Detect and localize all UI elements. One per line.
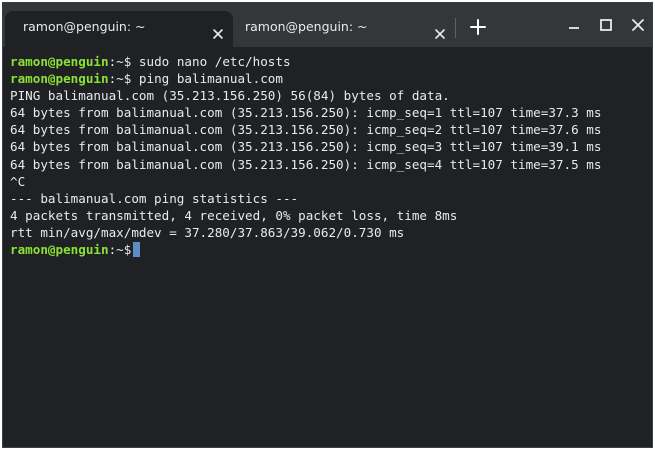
command-line: ramon@penguin:~$ ping balimanual.com [10, 70, 652, 87]
minimize-icon [569, 27, 579, 29]
title-bar: ramon@penguin: ~ ramon@penguin: ~ [3, 3, 652, 47]
prompt-path: :~$ [108, 242, 132, 258]
prompt-user: ramon@penguin [10, 242, 109, 258]
output-line: ^C [10, 173, 26, 189]
command-line: ramon@penguin:~$ [10, 241, 652, 258]
command-text: ping balimanual.com [131, 71, 283, 87]
maximize-button[interactable] [595, 14, 617, 36]
output-line: PING balimanual.com (35.213.156.250) 56(… [10, 88, 450, 104]
output-line: rtt min/avg/max/mdev = 37.280/37.863/39.… [10, 224, 405, 240]
close-window-button[interactable] [627, 14, 649, 36]
tab-title: ramon@penguin: ~ [245, 19, 368, 34]
close-icon[interactable] [433, 21, 447, 39]
close-icon[interactable] [211, 21, 225, 39]
command-line: ramon@penguin:~$ sudo nano /etc/hosts [10, 53, 652, 70]
maximize-icon [600, 19, 612, 31]
tab-terminal-2[interactable]: ramon@penguin: ~ [233, 11, 455, 47]
tab-terminal-1[interactable]: ramon@penguin: ~ [5, 11, 233, 47]
output-line: 64 bytes from balimanual.com (35.213.156… [10, 156, 602, 172]
terminal-output[interactable]: ramon@penguin:~$ sudo nano /etc/hosts ra… [3, 47, 652, 447]
output-line: 64 bytes from balimanual.com (35.213.156… [10, 105, 602, 121]
close-icon [632, 19, 644, 31]
plus-icon [470, 19, 486, 35]
terminal-window: ramon@penguin: ~ ramon@penguin: ~ ramon@… [2, 2, 653, 448]
minimize-button[interactable] [563, 14, 585, 36]
tab-separator [455, 18, 456, 38]
prompt-path: :~$ [108, 54, 132, 69]
output-line: 64 bytes from balimanual.com (35.213.156… [10, 122, 602, 138]
prompt-path: :~$ [108, 71, 132, 87]
output-line: 4 packets transmitted, 4 received, 0% pa… [10, 207, 458, 223]
prompt-user: ramon@penguin [10, 54, 109, 69]
prompt-user: ramon@penguin [10, 71, 109, 87]
output-line: --- balimanual.com ping statistics --- [10, 190, 299, 206]
tab-title: ramon@penguin: ~ [23, 19, 146, 34]
command-text: sudo nano /etc/hosts [131, 54, 291, 69]
new-tab-button[interactable] [467, 16, 489, 38]
text-cursor [133, 242, 141, 258]
output-line: 64 bytes from balimanual.com (35.213.156… [10, 139, 602, 155]
